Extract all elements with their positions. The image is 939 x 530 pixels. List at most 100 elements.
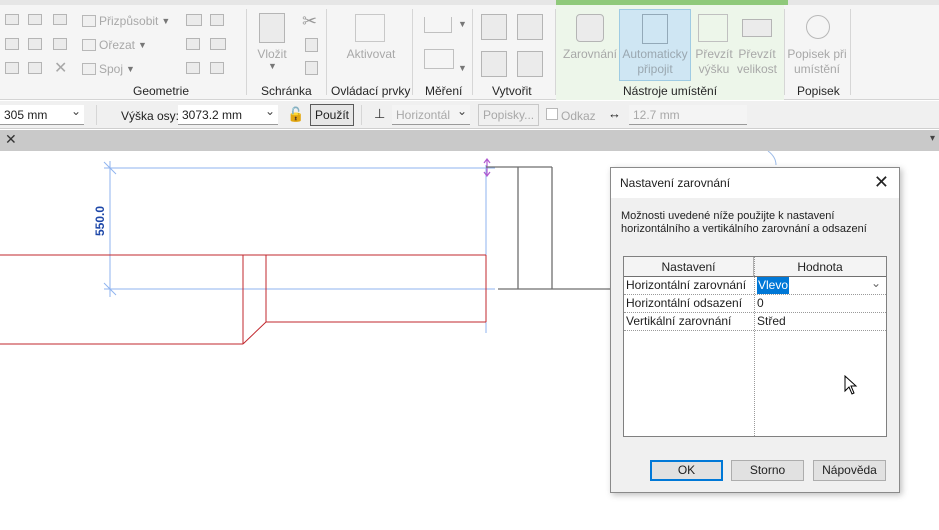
inherit-size-label-2: velikost <box>736 62 777 76</box>
trim-icon <box>82 15 96 27</box>
join-button[interactable]: Spoj ▼ <box>82 62 135 76</box>
inherit-size-label-1[interactable]: Převzít <box>734 47 780 62</box>
column-header-value: Hodnota <box>754 257 886 277</box>
red-beam-element[interactable] <box>0 254 487 345</box>
close-view-icon[interactable]: ✕ <box>5 131 17 148</box>
ok-button[interactable]: OK <box>650 460 723 481</box>
pin-icon[interactable] <box>210 62 224 74</box>
copy-icon[interactable] <box>186 14 202 26</box>
copy-clipboard-icon[interactable] <box>305 38 318 52</box>
panel-label-nastroje-umisteni: Nástroje umístění <box>623 84 718 98</box>
dropdown-arrow-icon: ▼ <box>458 19 467 29</box>
panel-label-ovladaci-prvky: Ovládací prvky <box>331 84 411 98</box>
match-properties-icon[interactable] <box>305 61 318 75</box>
aligned-dimension-icon[interactable] <box>424 49 454 69</box>
cope-label: Ořezat <box>99 38 136 52</box>
remove-paint-icon[interactable] <box>28 62 42 74</box>
create-group-icon[interactable] <box>517 14 543 40</box>
cope-button[interactable]: Ořezat ▼ <box>82 38 147 52</box>
dialog-title-bar[interactable]: Nastavení zarovnání ✕ <box>611 168 899 198</box>
reference-checkbox[interactable] <box>546 108 558 120</box>
curve-fragment <box>767 150 777 166</box>
join-geometry-icon[interactable] <box>28 14 42 25</box>
axis-height-label: Výška osy: <box>121 109 180 123</box>
inherit-elevation-label-2: výšku <box>698 62 730 76</box>
setting-value[interactable]: 0 <box>757 295 764 312</box>
alignment-button-label[interactable]: Zarovnání <box>560 47 620 62</box>
settings-grid: Nastavení Hodnota Horizontální zarovnání… <box>623 256 887 437</box>
cut-geometry-icon[interactable] <box>5 14 19 25</box>
dropdown-arrow-icon: ▼ <box>161 16 171 26</box>
paint-icon[interactable] <box>28 38 42 50</box>
panel-separator <box>326 9 327 95</box>
rotate-icon[interactable] <box>210 14 224 26</box>
view-menu-icon[interactable]: ▾ <box>930 133 935 144</box>
labels-button[interactable]: Popisky... <box>478 104 540 126</box>
table-row[interactable]: Vertikální zarovnání Střed <box>624 313 886 331</box>
blue-dimension-box <box>103 161 495 333</box>
trim-extend-button[interactable]: Přizpůsobit ▼ <box>82 14 170 28</box>
array-icon[interactable] <box>210 38 226 50</box>
panel-separator <box>412 9 413 95</box>
split-face-icon[interactable] <box>5 62 19 74</box>
dimension-text[interactable]: 550.0 <box>93 206 107 236</box>
dialog-title: Nastavení zarovnání <box>620 176 731 190</box>
view-tab-bar: ✕ ▾ <box>0 130 939 151</box>
panel-separator <box>246 9 247 95</box>
auto-connect-label-2: připojit <box>637 62 673 76</box>
width-select[interactable]: 305 mm <box>0 101 84 125</box>
alignment-icon[interactable] <box>576 14 604 42</box>
horizontal-select[interactable]: Horizontál <box>392 101 470 125</box>
setting-name: Horizontální zarovnání <box>626 278 747 292</box>
paste-button-label[interactable]: Vložit <box>252 47 292 62</box>
mirror-icon[interactable] <box>186 38 200 50</box>
close-icon[interactable]: ✕ <box>874 172 889 193</box>
setting-name: Vertikální zarovnání <box>626 314 732 328</box>
setting-value[interactable]: Střed <box>757 313 786 330</box>
offset-input[interactable]: 12.7 mm <box>629 105 747 125</box>
create-part-icon[interactable] <box>481 14 507 40</box>
cancel-button[interactable]: Storno <box>731 460 804 481</box>
panel-separator <box>784 9 785 95</box>
panel-separator <box>555 9 556 95</box>
paste-icon[interactable] <box>259 13 285 43</box>
options-bar: 305 mm Výška osy: 3073.2 mm 🔓 Použít ⊥ H… <box>0 101 939 129</box>
help-button[interactable]: Nápověda <box>813 460 886 481</box>
cut-icon[interactable]: ✂ <box>302 11 317 32</box>
demolish-icon[interactable] <box>53 38 67 50</box>
dropdown-arrow-icon: ▼ <box>458 63 467 73</box>
delete-icon[interactable]: ✕ <box>54 58 67 78</box>
options-separator <box>361 105 362 125</box>
activate-button-label[interactable]: Aktivovat <box>336 47 406 62</box>
create-assembly-icon[interactable] <box>517 51 543 77</box>
unlock-icon[interactable]: 🔓 <box>287 106 304 123</box>
apply-button[interactable]: Použít <box>310 104 355 126</box>
dialog-description: Možnosti uvedené níže použijte k nastave… <box>621 210 867 235</box>
setting-value-select[interactable]: Vlevo <box>757 277 790 294</box>
split-icon[interactable] <box>53 14 67 25</box>
mouse-cursor-icon <box>844 375 858 395</box>
create-similar-icon[interactable] <box>481 51 507 77</box>
inherit-elevation-icon[interactable] <box>698 14 728 42</box>
measure-icon[interactable] <box>424 17 452 33</box>
options-separator <box>96 105 97 125</box>
scale-icon[interactable] <box>186 62 200 74</box>
inherit-elevation-label-1[interactable]: Převzít <box>692 47 736 62</box>
panel-label-vytvorit: Vytvořit <box>492 84 532 98</box>
axis-height-select[interactable]: 3073.2 mm <box>178 101 278 125</box>
dropdown-arrow-icon: ▼ <box>268 61 277 71</box>
panel-label-schranka: Schránka <box>261 84 312 98</box>
table-row[interactable]: Horizontální zarovnání Vlevo ⌄ <box>624 275 886 295</box>
panel-separator <box>472 9 473 95</box>
inherit-size-icon[interactable] <box>742 19 772 37</box>
tag-on-placement-icon[interactable] <box>806 15 830 39</box>
tag-button-label-1[interactable]: Popisek při <box>786 47 848 62</box>
gray-element <box>486 166 610 290</box>
panel-separator <box>850 9 851 95</box>
wall-joins-icon[interactable] <box>5 38 19 50</box>
chevron-down-icon[interactable]: ⌄ <box>871 275 881 292</box>
setting-name: Horizontální odsazení <box>626 296 743 310</box>
offset-icon: ↔ <box>608 106 621 121</box>
activate-controls-icon[interactable] <box>355 14 385 42</box>
table-row[interactable]: Horizontální odsazení 0 <box>624 295 886 313</box>
